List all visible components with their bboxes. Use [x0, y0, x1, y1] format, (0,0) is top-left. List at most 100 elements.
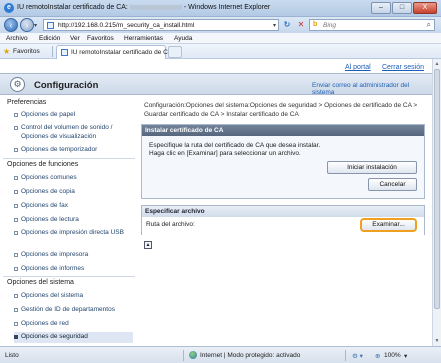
sidebar-item-label: Opciones de impresión directa USB	[21, 229, 124, 236]
sidebar-item-lectura[interactable]: Opciones de lectura	[14, 216, 133, 225]
menu-archivo[interactable]: Archivo	[6, 35, 28, 42]
sidebar-item-label: Gestión de ID de departamentos	[21, 306, 115, 313]
install-instruction-2: Haga clic en [Examinar] para seleccionar…	[149, 150, 301, 157]
menu-herramientas[interactable]: Herramientas	[124, 35, 163, 42]
sidebar-section-sistema: Opciones del sistema	[7, 279, 74, 286]
settings-gear-icon: ⚙	[10, 77, 25, 92]
cancel-button[interactable]: Cancelar	[368, 178, 417, 191]
protected-mode-icon[interactable]: ⚙ ▾	[352, 352, 363, 360]
bullet-icon	[14, 176, 18, 180]
close-window-button[interactable]: X	[413, 2, 437, 14]
bullet-icon	[14, 231, 18, 235]
sidebar-section-preferencias: Preferencias	[7, 99, 47, 106]
bullet-icon	[14, 267, 18, 271]
window-title-suffix: - Windows Internet Explorer	[183, 4, 271, 11]
bullet-icon	[14, 148, 18, 152]
sidebar-divider	[3, 276, 135, 277]
sidebar-item-label: Opciones de papel	[21, 111, 76, 118]
url-dropdown-icon[interactable]: ▾	[273, 22, 276, 29]
install-panel-title: Instalar certificado de CA	[142, 125, 424, 136]
bullet-icon	[14, 335, 18, 339]
maximize-button[interactable]: □	[392, 2, 412, 14]
page-top-icon[interactable]: ▲	[144, 241, 152, 249]
scroll-thumb[interactable]	[434, 69, 440, 309]
sidebar-item-label: Opciones de impresora	[21, 251, 89, 258]
status-separator	[183, 350, 184, 361]
sidebar-item-copia[interactable]: Opciones de copia	[14, 188, 133, 197]
sidebar-item-opciones-papel[interactable]: Opciones de papel	[14, 111, 133, 120]
start-install-button[interactable]: Iniciar instalación	[327, 161, 417, 174]
search-field[interactable]: b Bing ⌕	[309, 19, 435, 31]
file-path-label: Ruta del archivo:	[146, 221, 195, 228]
bullet-icon	[14, 294, 18, 298]
file-panel-title: Especificar archivo	[142, 206, 424, 217]
sidebar-item-label: Opciones de temporizador	[21, 146, 98, 153]
redacted-title-part	[129, 4, 182, 10]
bullet-icon	[14, 190, 18, 194]
url-text: http://192.168.0.215/rn_security_ca_inst…	[58, 22, 195, 29]
status-text: Listo	[5, 352, 19, 359]
admin-mail-link[interactable]: Enviar correo al administrador del siste…	[312, 82, 432, 96]
sidebar-item-sistema[interactable]: Opciones del sistema	[14, 292, 133, 301]
zoom-dropdown-icon[interactable]: ▾	[404, 352, 407, 360]
sidebar-divider	[3, 158, 135, 159]
sidebar-item-comunes[interactable]: Opciones comunes	[14, 174, 133, 183]
vertical-scrollbar[interactable]: ▲ ▼	[432, 59, 441, 346]
browse-button[interactable]: Examinar...	[360, 218, 417, 232]
install-instruction-1: Especifique la ruta del certificado de C…	[149, 142, 321, 149]
address-field[interactable]: http://192.168.0.215/rn_security_ca_inst…	[43, 19, 279, 31]
sidebar-item-departamentos[interactable]: Gestión de ID de departamentos	[14, 306, 133, 315]
sidebar-item-volumen-visualizacion[interactable]: Control del volumen de sonido / Opciones…	[14, 124, 133, 141]
history-dropdown-icon[interactable]: ▾	[34, 22, 37, 29]
sidebar-item-red[interactable]: Opciones de red	[14, 320, 133, 329]
bullet-icon	[14, 322, 18, 326]
bing-icon: b	[313, 21, 318, 28]
menu-favoritos[interactable]: Favoritos	[87, 35, 114, 42]
sidebar-item-label: Opciones de copia	[21, 188, 75, 195]
minimize-button[interactable]: –	[371, 2, 391, 14]
sidebar-item-label: Opciones del sistema	[21, 292, 84, 299]
install-ca-panel: Instalar certificado de CA Especifique l…	[141, 124, 425, 199]
sidebar-item-label: Opciones de fax	[21, 202, 68, 209]
menu-edicion[interactable]: Edición	[39, 35, 60, 42]
sidebar-item-label: Control del volumen de sonido / Opciones…	[21, 124, 113, 140]
forward-button[interactable]: ›	[20, 18, 34, 32]
new-tab-button[interactable]	[168, 46, 182, 58]
sidebar-item-impresora[interactable]: Opciones de impresora	[14, 251, 133, 260]
address-toolbar: ‹ › ▾ http://192.168.0.215/rn_security_c…	[0, 17, 441, 33]
bullet-icon	[14, 253, 18, 257]
search-placeholder: Bing	[323, 22, 337, 29]
favorites-button[interactable]: Favoritos	[13, 48, 40, 55]
menu-ayuda[interactable]: Ayuda	[174, 35, 192, 42]
window-titlebar: e IU remotoInstalar certificado de CA: - …	[0, 0, 441, 17]
back-button[interactable]: ‹	[4, 18, 18, 32]
stop-icon[interactable]: ✕	[295, 19, 307, 31]
menu-ver[interactable]: Ver	[70, 35, 80, 42]
logout-link[interactable]: Cerrar sesión	[382, 64, 424, 71]
sidebar-item-informes[interactable]: Opciones de informes	[14, 265, 133, 274]
search-icon[interactable]: ⌕	[427, 20, 431, 30]
bullet-icon	[14, 113, 18, 117]
sidebar-item-temporizador[interactable]: Opciones de temporizador	[14, 146, 133, 155]
sidebar-item-label: Opciones de red	[21, 320, 69, 327]
favorites-bar: ★ Favoritos IU remotoInstalar certificad…	[0, 44, 441, 59]
page-icon	[47, 22, 54, 29]
browser-tab[interactable]: IU remotoInstalar certificado de CA:...	[56, 45, 179, 59]
menu-bar: Archivo Edición Ver Favoritos Herramient…	[0, 33, 441, 44]
sidebar-item-fax[interactable]: Opciones de fax	[14, 202, 133, 211]
zoom-icon[interactable]: ⊕	[375, 352, 380, 360]
app-header: ⚙ Configuración Enviar correo al adminis…	[0, 73, 432, 96]
scroll-up-icon[interactable]: ▲	[433, 60, 441, 68]
window-title-prefix: IU remotoInstalar certificado de CA:	[17, 4, 128, 11]
sidebar-item-impresion-usb[interactable]: Opciones de impresión directa USB	[14, 229, 133, 238]
portal-link[interactable]: Al portal	[345, 64, 371, 71]
scroll-down-icon[interactable]: ▼	[433, 337, 441, 345]
refresh-icon[interactable]: ↻	[281, 19, 293, 31]
bullet-icon	[14, 218, 18, 222]
favorites-star-icon[interactable]: ★	[3, 47, 10, 56]
zoom-level[interactable]: 100%	[384, 352, 401, 359]
page-title: Configuración	[34, 80, 99, 91]
sidebar-item-seguridad[interactable]: Opciones de seguridad	[14, 332, 133, 343]
internet-explorer-icon: e	[4, 3, 14, 13]
sidebar: Preferencias Opciones de papel Control d…	[0, 96, 136, 346]
